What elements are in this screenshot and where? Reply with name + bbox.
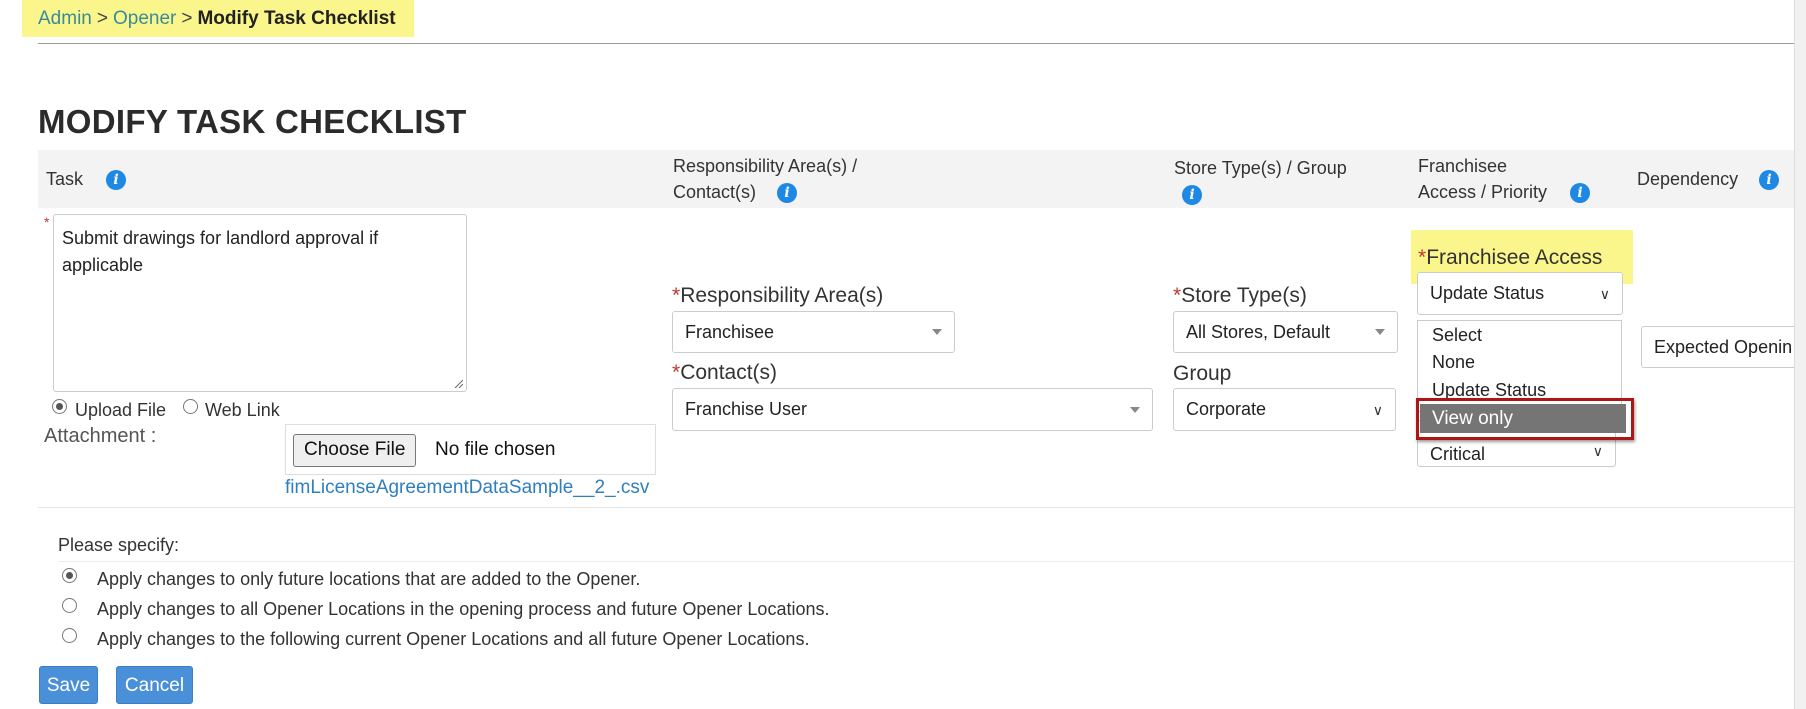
franchisee-access-label: *Franchisee Access bbox=[1418, 246, 1602, 270]
breadcrumb-separator: > bbox=[96, 7, 108, 29]
store-type-label: *Store Type(s) bbox=[1173, 284, 1307, 308]
contact-label: *Contact(s) bbox=[672, 361, 777, 385]
required-marker: * bbox=[44, 214, 50, 230]
franchisee-access-label-text: Franchisee Access bbox=[1426, 246, 1603, 269]
header-franchisee-access: Franchisee Access / Priority i bbox=[1418, 153, 1591, 205]
please-specify-label: Please specify: bbox=[58, 535, 180, 555]
group-label: Group bbox=[1173, 362, 1232, 385]
upload-file-label: Upload File bbox=[75, 400, 167, 420]
vertical-scrollbar[interactable] bbox=[1794, 0, 1806, 709]
header-dependency-label: Dependency bbox=[1637, 169, 1739, 189]
header-responsibility-label-2: Contact(s) bbox=[673, 182, 757, 202]
header-franchisee-access-label-2: Access / Priority bbox=[1418, 182, 1548, 202]
franchisee-access-value: Update Status bbox=[1430, 283, 1545, 303]
breadcrumb: Admin > Opener > Modify Task Checklist bbox=[22, 0, 414, 37]
apply-selected-locations-label: Apply changes to the following current O… bbox=[97, 629, 810, 649]
highlight-box bbox=[1416, 398, 1634, 440]
required-marker: * bbox=[672, 361, 681, 384]
responsibility-area-label: *Responsibility Area(s) bbox=[672, 284, 883, 308]
header-store-type-label: Store Type(s) / Group bbox=[1174, 158, 1347, 178]
breadcrumb-separator: > bbox=[181, 7, 193, 29]
chevron-down-icon: ∨ bbox=[1592, 443, 1603, 460]
store-type-label-text: Store Type(s) bbox=[1181, 284, 1307, 307]
caret-down-icon bbox=[1375, 329, 1385, 335]
dependency-value: Expected Openin bbox=[1654, 336, 1793, 357]
franchisee-access-select[interactable]: Update Status ∨ bbox=[1417, 272, 1623, 315]
breadcrumb-admin-link[interactable]: Admin bbox=[38, 8, 92, 30]
apply-future-only-radio[interactable] bbox=[62, 568, 77, 583]
contact-value: Franchise User bbox=[685, 399, 808, 419]
option-select[interactable]: Select bbox=[1432, 325, 1482, 346]
task-textarea[interactable]: Submit drawings for landlord approval if… bbox=[53, 214, 467, 392]
page-title: MODIFY TASK CHECKLIST bbox=[38, 103, 467, 140]
responsibility-area-label-text: Responsibility Area(s) bbox=[680, 284, 884, 307]
header-dependency: Dependency i bbox=[1637, 166, 1780, 192]
store-type-value: All Stores, Default bbox=[1186, 321, 1331, 342]
responsibility-area-value: Franchisee bbox=[685, 321, 775, 342]
info-icon[interactable]: i bbox=[777, 183, 798, 204]
header-franchisee-access-label: Franchisee bbox=[1418, 156, 1508, 176]
caret-down-icon bbox=[932, 329, 942, 335]
dependency-select[interactable]: Expected Openin bbox=[1641, 326, 1806, 368]
option-none[interactable]: None bbox=[1432, 352, 1475, 373]
header-task-label: Task bbox=[46, 169, 84, 189]
attachment-file-link[interactable]: fimLicenseAgreementDataSample__2_.csv bbox=[285, 477, 649, 499]
choose-file-button[interactable]: Choose File bbox=[293, 434, 417, 467]
info-icon[interactable]: i bbox=[106, 170, 127, 191]
required-marker: * bbox=[672, 284, 681, 307]
apply-selected-locations-radio[interactable] bbox=[62, 628, 77, 643]
attachment-label: Attachment : bbox=[44, 425, 157, 447]
file-input: Choose File No file chosen bbox=[285, 424, 656, 475]
info-icon[interactable]: i bbox=[1759, 170, 1780, 191]
apply-all-locations-radio[interactable] bbox=[62, 598, 77, 613]
chevron-down-icon: ∨ bbox=[1599, 286, 1610, 303]
no-file-text: No file chosen bbox=[435, 439, 556, 460]
required-marker: * bbox=[1418, 246, 1427, 269]
caret-down-icon bbox=[1130, 406, 1140, 413]
group-value: Corporate bbox=[1186, 399, 1267, 419]
contact-select[interactable]: Franchise User bbox=[672, 388, 1153, 431]
required-marker: * bbox=[1173, 284, 1182, 307]
info-icon[interactable]: i bbox=[1182, 185, 1202, 206]
divider bbox=[38, 43, 1798, 44]
breadcrumb-opener-link[interactable]: Opener bbox=[113, 8, 176, 30]
divider bbox=[58, 561, 1806, 562]
cancel-button[interactable]: Cancel bbox=[116, 666, 193, 704]
table-header: Task i Responsibility Area(s) / Contact(… bbox=[38, 150, 1806, 208]
task-text: Submit drawings for landlord approval if… bbox=[62, 228, 379, 275]
header-responsibility-label: Responsibility Area(s) / bbox=[673, 156, 858, 176]
store-type-select[interactable]: All Stores, Default bbox=[1173, 311, 1398, 353]
web-link-radio[interactable] bbox=[183, 399, 198, 414]
apply-all-locations-label: Apply changes to all Opener Locations in… bbox=[97, 599, 830, 619]
header-task: Task i bbox=[46, 166, 127, 192]
web-link-label: Web Link bbox=[205, 400, 280, 420]
info-icon[interactable]: i bbox=[1570, 183, 1591, 204]
apply-future-only-label: Apply changes to only future locations t… bbox=[97, 569, 641, 589]
upload-file-radio[interactable] bbox=[52, 399, 67, 414]
divider bbox=[38, 507, 1806, 508]
responsibility-area-select[interactable]: Franchisee bbox=[672, 311, 955, 353]
chevron-down-icon: ∨ bbox=[1372, 402, 1383, 419]
resize-grip-icon[interactable] bbox=[453, 378, 463, 388]
save-button[interactable]: Save bbox=[39, 666, 98, 704]
header-store-type: Store Type(s) / Group i bbox=[1174, 155, 1347, 207]
priority-value: Critical bbox=[1430, 444, 1486, 464]
breadcrumb-current: Modify Task Checklist bbox=[197, 7, 396, 29]
group-select[interactable]: Corporate ∨ bbox=[1173, 388, 1396, 431]
contact-label-text: Contact(s) bbox=[680, 361, 778, 384]
header-responsibility: Responsibility Area(s) / Contact(s) i bbox=[673, 153, 857, 205]
